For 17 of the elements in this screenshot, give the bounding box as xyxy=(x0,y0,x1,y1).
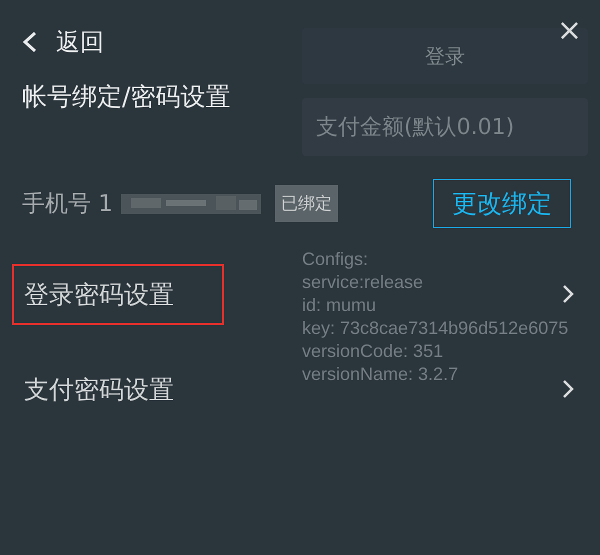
config-text: id: mumu xyxy=(302,294,378,317)
bound-badge: 已绑定 xyxy=(274,185,338,222)
page-title: 帐号绑定/密码设置 xyxy=(22,81,232,113)
config-text: service:release xyxy=(302,271,424,294)
amount-field[interactable]: 支付金额(默认0.01) xyxy=(302,98,588,156)
chevron-icon xyxy=(562,284,574,304)
chevron-icon xyxy=(562,379,574,399)
back-icon xyxy=(22,31,38,53)
config-text: Configs: xyxy=(302,248,370,271)
row-label: 登录密码设置 xyxy=(12,264,224,324)
row-label: 支付密码设置 xyxy=(23,374,175,406)
back-button[interactable]: 返回 xyxy=(22,26,104,58)
config-text: key: 73c8cae7314b96d512e6075 xyxy=(302,317,568,340)
config-text: versionName: 3.2.7 xyxy=(302,363,460,386)
change-binding-button[interactable]: 更改绑定 xyxy=(433,179,571,228)
config-text: versionCode: 351 xyxy=(302,340,444,363)
phone-label: 手机号 1 xyxy=(22,190,113,219)
